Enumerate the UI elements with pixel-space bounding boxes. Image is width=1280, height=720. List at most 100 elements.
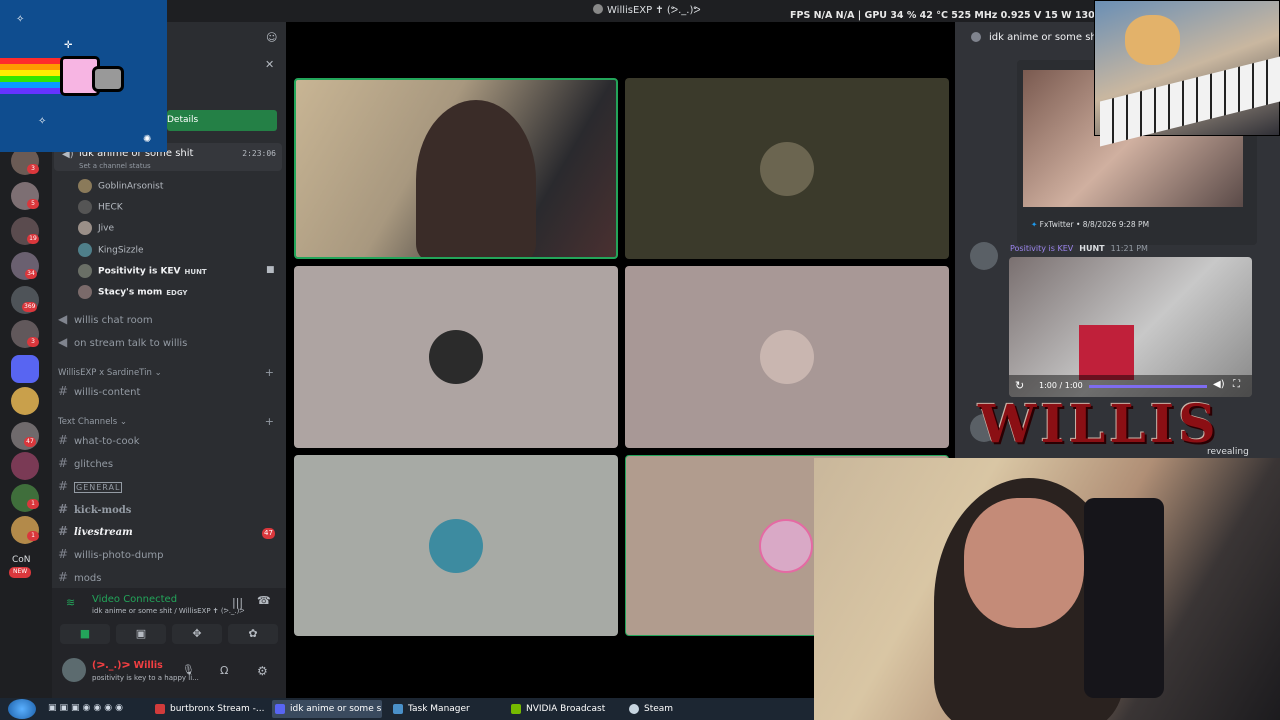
message-author[interactable]: Positivity is KEV HUNT 11:21 PM	[1010, 244, 1148, 253]
taskbar-item[interactable]: Task Manager	[390, 700, 505, 718]
server-badge: 1	[27, 531, 39, 541]
user-tag: EDGY	[166, 288, 188, 297]
hash-icon: #	[58, 547, 69, 561]
avatar	[78, 243, 92, 257]
user-tag: HUNT	[184, 267, 207, 276]
server-icon[interactable]	[11, 387, 39, 415]
video-tile[interactable]	[625, 78, 949, 259]
channel-status-input[interactable]: Set a channel status	[79, 162, 151, 170]
category-header[interactable]: Text Channels ⌄	[58, 417, 127, 427]
server-label[interactable]: CoN	[12, 555, 31, 565]
signal-icon[interactable]: ≋	[66, 596, 75, 609]
volume-icon[interactable]: ◀)	[1213, 379, 1225, 390]
avatar	[78, 285, 92, 299]
user-name: (ᕗ._.)ᕗ Willis	[92, 660, 163, 671]
quick-launch-icons[interactable]: ▣▣▣◉◉◉◉	[48, 703, 126, 713]
avatar	[78, 221, 92, 235]
text-channel[interactable]: # mods	[58, 570, 101, 588]
sparkle-icon: ✺	[143, 134, 152, 145]
taskbar-item[interactable]: Steam	[626, 700, 740, 718]
video-player[interactable]: ↻ 1:00 / 1:00 ◀) ⛶	[1009, 257, 1252, 397]
headphones-icon[interactable]: Ω	[220, 664, 228, 677]
taskbar-item[interactable]: idk anime or some s...	[272, 700, 382, 718]
voice-user[interactable]: Stacy's mom EDGY	[78, 285, 188, 301]
microphone-icon[interactable]: 🎙	[182, 665, 195, 676]
text-channel[interactable]: # kick-mods	[58, 502, 131, 520]
window-titlebar: WillisEXP ✝ (ᕗ._.)ᕗ FPS N/A N/A | GPU 34…	[0, 0, 1280, 22]
soundboard-button[interactable]: ✿	[228, 624, 278, 644]
video-tile[interactable]	[294, 266, 618, 448]
taskbar-item[interactable]: burtbronx Stream -...	[152, 700, 270, 718]
hash-icon: #	[58, 502, 69, 516]
player-time: 1:00 / 1:00	[1039, 381, 1083, 390]
server-badge: 1	[27, 499, 39, 509]
embed-footer: ✦ FxTwitter • 8/8/2026 9:28 PM	[1031, 220, 1150, 229]
voice-channel[interactable]: ◀ on stream talk to willis	[58, 335, 187, 353]
voice-user[interactable]: HECK	[78, 200, 123, 216]
details-button[interactable]: Details	[167, 110, 277, 131]
video-tile-camera[interactable]	[294, 78, 618, 259]
rainbow-trail	[0, 58, 62, 94]
unread-badge: 47	[262, 528, 275, 539]
fullscreen-icon[interactable]: ⛶	[1233, 379, 1240, 390]
willis-logo: WILLIS	[978, 394, 1220, 455]
performance-overlay: FPS N/A N/A | GPU 34 % 42 °C 525 MHz 0.9…	[790, 10, 1129, 21]
replay-icon[interactable]: ↻	[1015, 379, 1024, 392]
progress-bar[interactable]	[1089, 385, 1207, 388]
add-member-icon[interactable]: ☺	[266, 31, 277, 44]
app-icon	[593, 4, 603, 14]
server-badge: 3	[27, 164, 39, 174]
text-channel[interactable]: # willis-photo-dump	[58, 547, 164, 565]
voice-user[interactable]: Positivity is KEV HUNT	[78, 264, 207, 280]
screen-share-button[interactable]: ▣	[116, 624, 166, 644]
gear-icon[interactable]: ⚙	[257, 664, 268, 678]
video-tile[interactable]	[625, 266, 949, 448]
voice-user[interactable]: KingSizzle	[78, 243, 144, 259]
speaker-icon: ◀	[58, 312, 68, 326]
participant-video	[416, 100, 536, 257]
voice-channel[interactable]: ◀ willis chat room	[58, 312, 153, 330]
avatar[interactable]	[970, 242, 998, 270]
webcam-overlay	[814, 458, 1280, 720]
sparkle-icon: ✧	[16, 14, 25, 25]
hash-icon: #	[58, 479, 70, 493]
taskbar-item[interactable]: NVIDIA Broadcast	[508, 700, 620, 718]
text-channel[interactable]: # livestream	[58, 524, 133, 542]
speaker-icon: ◀	[58, 335, 68, 349]
hash-icon: #	[58, 433, 69, 447]
activities-button[interactable]: ✥	[172, 624, 222, 644]
server-badge: 19	[27, 234, 39, 244]
nyan-cat-overlay: ✧ ✛ ✧ ✺	[0, 0, 167, 152]
add-channel-icon[interactable]: +	[265, 366, 274, 379]
voice-status: Video Connected	[92, 594, 178, 605]
voice-user[interactable]: GoblinArsonist	[78, 179, 163, 195]
avatar	[760, 330, 814, 384]
add-channel-icon[interactable]: +	[265, 415, 274, 428]
voice-user[interactable]: Jive	[78, 221, 114, 237]
avatar	[78, 179, 92, 193]
avatar[interactable]	[62, 658, 86, 682]
start-button[interactable]	[8, 699, 36, 719]
category-header[interactable]: WillisEXP x SardineTin ⌄	[58, 368, 162, 378]
hash-icon: #	[58, 524, 69, 538]
user-tag: HUNT	[1079, 244, 1105, 253]
voice-location: idk anime or some shit / WillisEXP ✝ (ᕗ.…	[92, 607, 245, 615]
video-tile[interactable]	[294, 455, 618, 636]
noise-suppression-icon[interactable]: |||	[232, 596, 243, 609]
server-icon[interactable]	[11, 452, 39, 480]
keyboard-cat-overlay	[1094, 0, 1280, 147]
text-channel[interactable]: # glitches	[58, 456, 113, 474]
text-channel[interactable]: # GENERAL	[58, 479, 123, 497]
camera-button[interactable]: ■	[60, 624, 110, 644]
text-channel[interactable]: # willis-content	[58, 384, 140, 402]
close-icon[interactable]: ✕	[265, 58, 274, 71]
steam-icon	[629, 704, 639, 714]
server-badge: 47	[24, 437, 36, 447]
task-manager-icon	[393, 704, 403, 714]
server-badge: 369	[22, 302, 38, 312]
twitter-icon: ✦	[1031, 220, 1040, 229]
text-channel[interactable]: # what-to-cook	[58, 433, 140, 451]
avatar	[78, 200, 92, 214]
server-icon[interactable]	[11, 355, 39, 383]
disconnect-icon[interactable]: ☎	[257, 594, 271, 607]
